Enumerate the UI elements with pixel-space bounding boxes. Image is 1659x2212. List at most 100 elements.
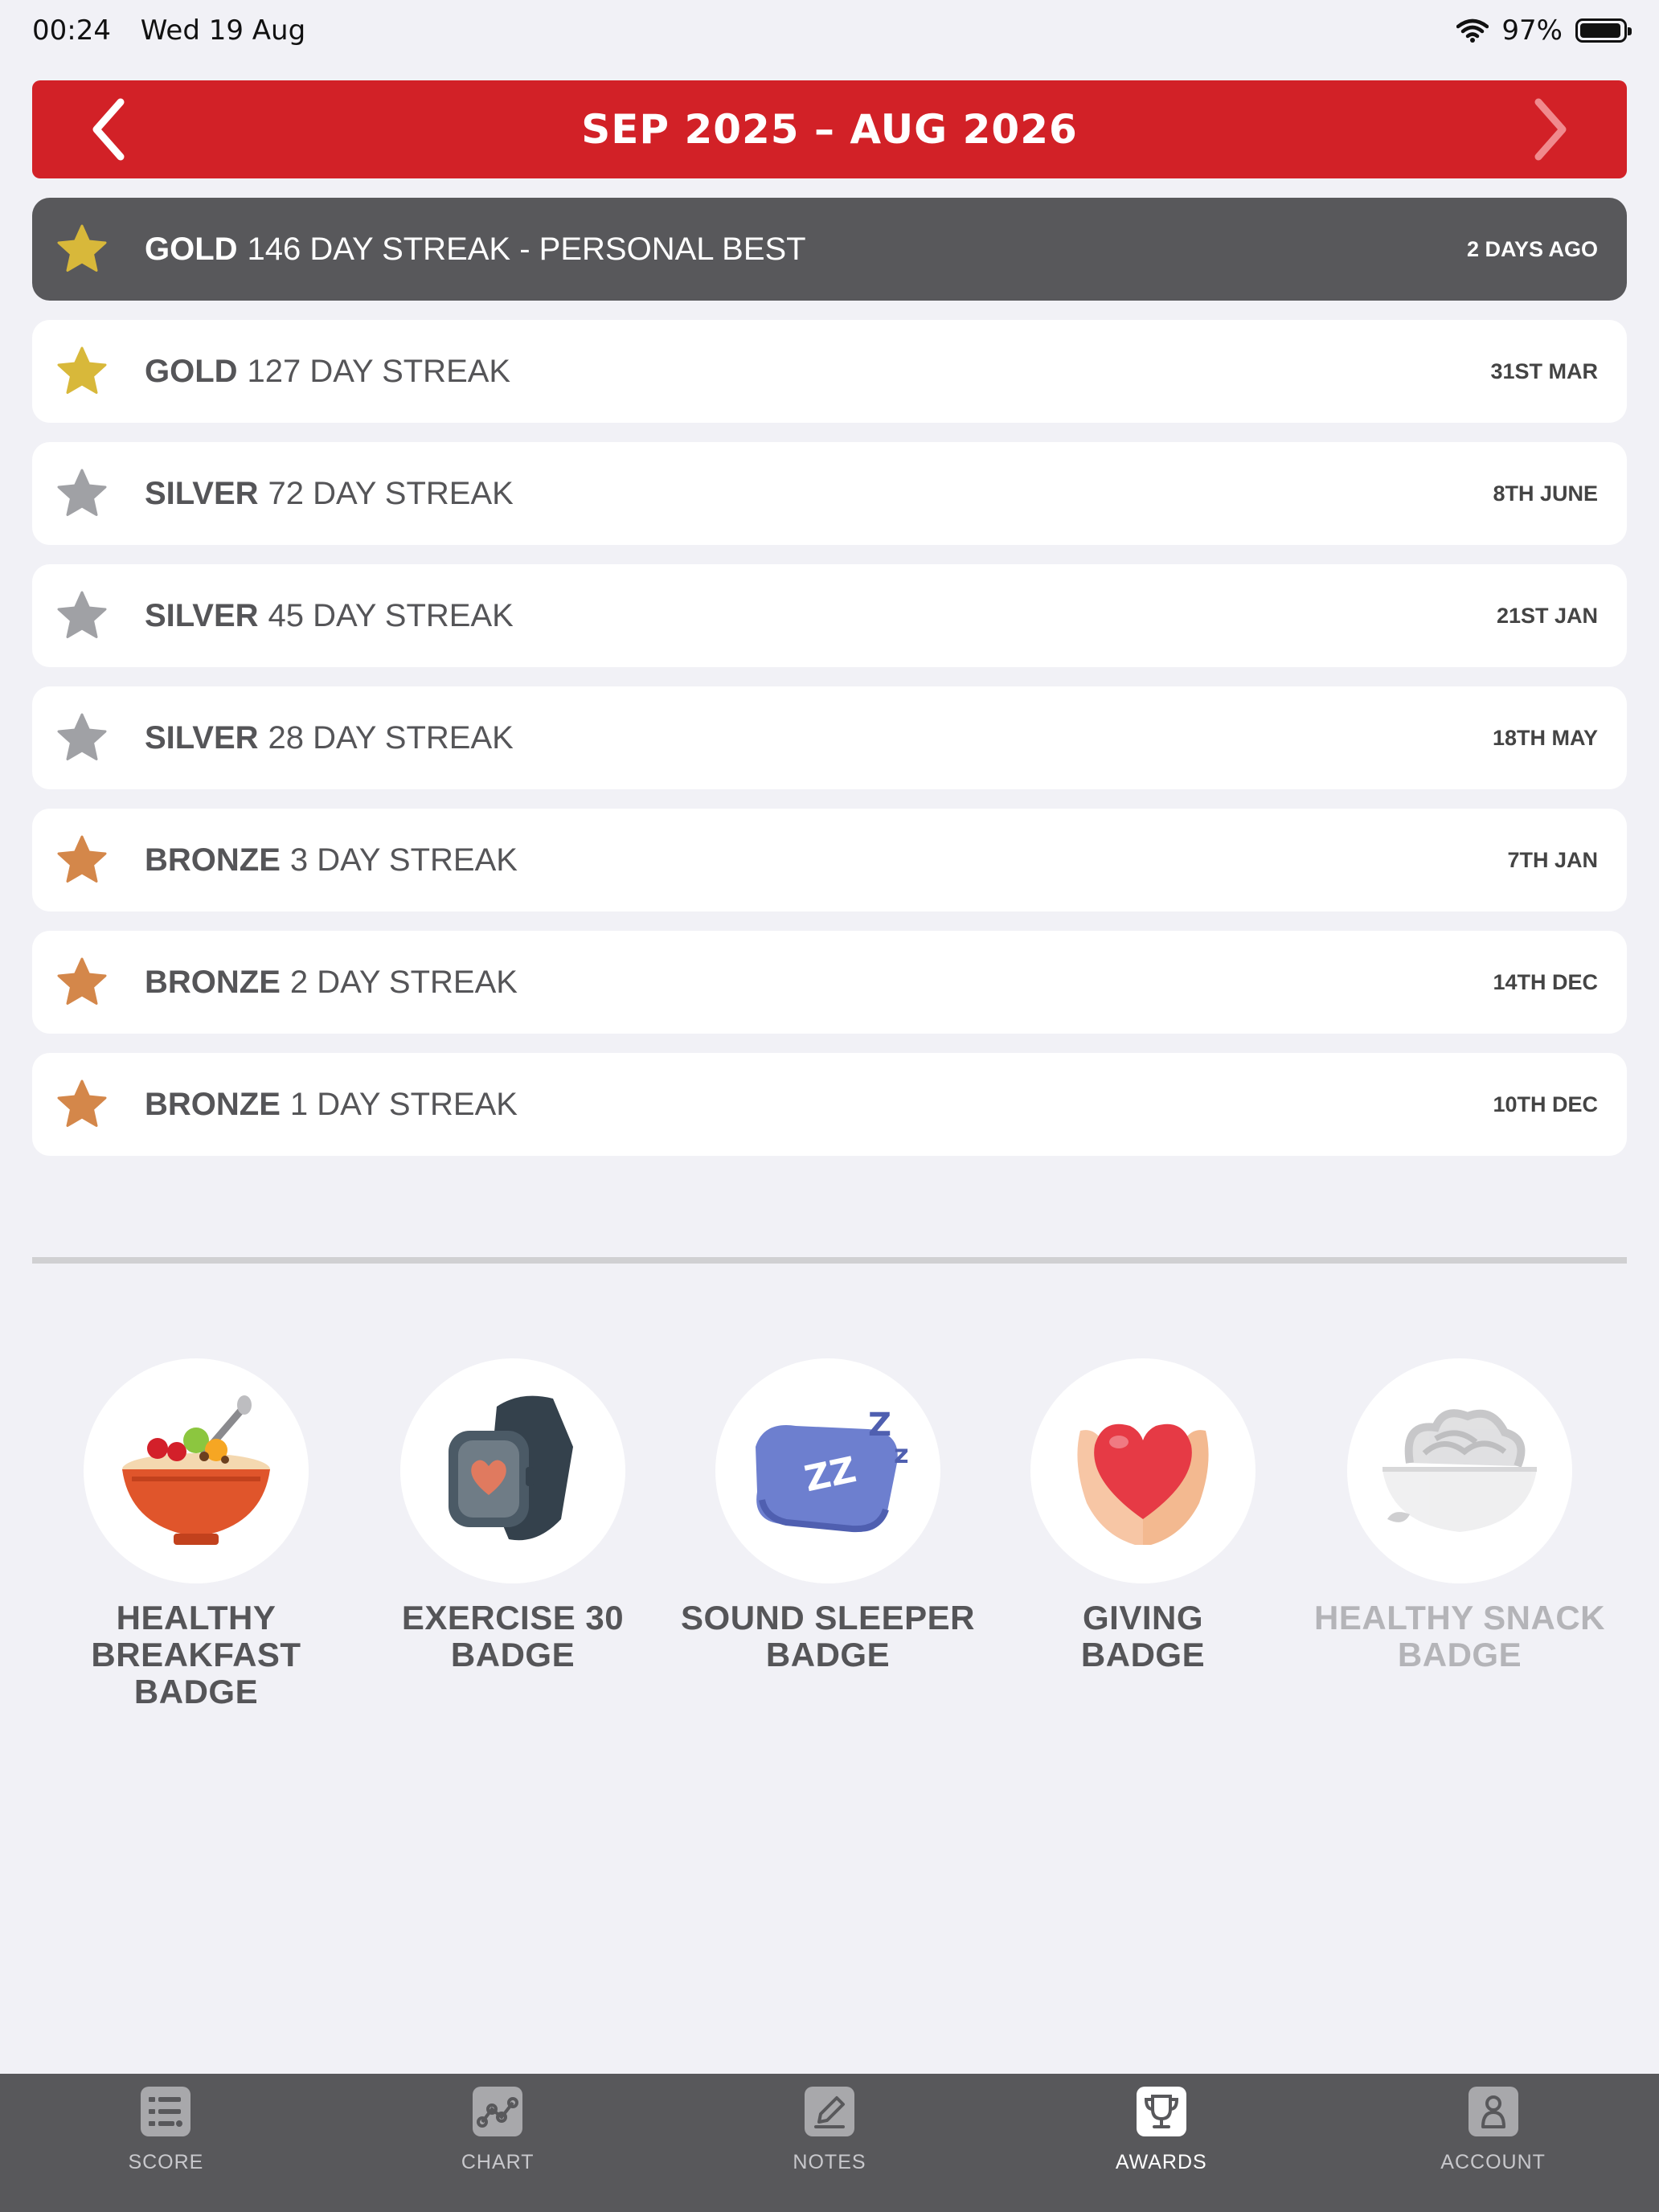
badge-circle xyxy=(1030,1358,1256,1583)
wifi-icon xyxy=(1456,18,1489,43)
star-icon xyxy=(57,835,107,883)
streak-description: 2 DAY STREAK xyxy=(289,964,518,1000)
streak-description: 127 DAY STREAK xyxy=(247,353,511,389)
streak-date: 8TH JUNE xyxy=(1493,481,1598,506)
tab-chart[interactable]: CHART xyxy=(332,2074,664,2212)
tab-awards[interactable]: AWARDS xyxy=(995,2074,1327,2212)
star-icon xyxy=(57,224,107,272)
chevron-right-icon xyxy=(1534,98,1567,161)
tab-bar: SCORE CHART NOTES AWARDS ACCOUNT xyxy=(0,2074,1659,2212)
pillow-icon: ZZZz xyxy=(756,1407,909,1533)
status-time-date: 00:24 Wed 19 Aug xyxy=(32,14,326,47)
tab-account[interactable]: ACCOUNT xyxy=(1327,2074,1659,2212)
status-bar: 00:24 Wed 19 Aug 97% xyxy=(0,0,1659,64)
noodle-bowl-icon xyxy=(1382,1409,1537,1532)
streak-row[interactable]: BRONZE 2 DAY STREAK 14TH DEC xyxy=(32,931,1627,1034)
streak-row[interactable]: GOLD 146 DAY STREAK - PERSONAL BEST 2 DAYS… xyxy=(32,198,1627,301)
streak-tier: BRONZE xyxy=(145,1086,281,1122)
tab-score[interactable]: SCORE xyxy=(0,2074,332,2212)
streak-date: 21ST JAN xyxy=(1496,603,1598,628)
streak-label: BRONZE 2 DAY STREAK xyxy=(145,931,518,1034)
streak-label: SILVER 28 DAY STREAK xyxy=(145,686,514,789)
badge-label: EXERCISE 30 BADGE xyxy=(344,1600,682,1673)
streak-label: SILVER 45 DAY STREAK xyxy=(145,564,514,667)
badge-label-line1: HEALTHY xyxy=(116,1599,276,1636)
streak-tier: SILVER xyxy=(145,597,259,633)
streak-tier: BRONZE xyxy=(145,842,281,878)
cereal-bowl-icon xyxy=(122,1395,270,1545)
star-icon xyxy=(57,957,107,1005)
badge-circle xyxy=(84,1358,309,1583)
chart-line-icon xyxy=(473,2087,523,2136)
streak-date: 2 DAYS AGO xyxy=(1466,236,1598,261)
badge-label-line2: BADGE xyxy=(1397,1636,1522,1673)
section-divider xyxy=(32,1257,1627,1264)
svg-text:z: z xyxy=(894,1439,909,1469)
svg-text:Z: Z xyxy=(868,1407,891,1444)
account-icon xyxy=(1468,2087,1518,2136)
badge-item[interactable]: GIVING BADGE xyxy=(974,1358,1312,1673)
tab-label: CHART xyxy=(461,2151,535,2173)
battery-percent: 97% xyxy=(1501,14,1563,47)
streak-description: 3 DAY STREAK xyxy=(289,842,518,878)
badge-label-line1: EXERCISE 30 xyxy=(401,1599,625,1636)
badge-label-line2: BADGE xyxy=(450,1636,576,1673)
trophy-icon xyxy=(1136,2087,1186,2136)
badge-grid: HEALTHY BREAKFAST BADGE EXERCISE 30 BADGE ZZ… xyxy=(32,1358,1628,1710)
streak-description: 146 DAY STREAK - PERSONAL BEST xyxy=(247,231,806,267)
badge-item[interactable]: EXERCISE 30 BADGE xyxy=(344,1358,682,1673)
pencil-icon xyxy=(804,2087,854,2136)
streak-tier: SILVER xyxy=(145,719,259,756)
status-indicators: 97% xyxy=(1456,14,1632,47)
streak-label: GOLD 146 DAY STREAK - PERSONAL BEST xyxy=(145,198,806,301)
streak-label: SILVER 72 DAY STREAK xyxy=(145,442,514,545)
streak-date: 7TH JAN xyxy=(1507,847,1598,872)
streak-date: 14TH DEC xyxy=(1493,969,1598,994)
badge-circle xyxy=(400,1358,625,1583)
streak-description: 1 DAY STREAK xyxy=(289,1086,518,1122)
period-title: SEP 2025 – AUG 2026 xyxy=(581,106,1078,153)
badge-label: GIVING BADGE xyxy=(974,1600,1312,1673)
badge-item[interactable]: ZZ Zz SOUND SLEEPER BADGE xyxy=(659,1358,997,1673)
heart-hands-icon xyxy=(1077,1423,1209,1545)
badge-label-line1: GIVING xyxy=(1082,1599,1204,1636)
streak-date: 10TH DEC xyxy=(1493,1092,1598,1116)
streak-date: 18TH MAY xyxy=(1492,725,1598,750)
star-icon xyxy=(57,1079,107,1127)
badge-circle xyxy=(1347,1358,1572,1583)
status-date: Wed 19 Aug xyxy=(140,14,306,47)
tab-label: NOTES xyxy=(793,2151,866,2173)
streak-row[interactable]: SILVER 28 DAY STREAK 18TH MAY xyxy=(32,686,1627,789)
streak-tier: SILVER xyxy=(145,475,259,511)
streak-row[interactable]: SILVER 72 DAY STREAK 8TH JUNE xyxy=(32,442,1627,545)
battery-icon xyxy=(1575,18,1632,43)
streak-description: 28 DAY STREAK xyxy=(268,719,514,756)
badge-label-line2: BADGE xyxy=(765,1636,891,1673)
tab-label: ACCOUNT xyxy=(1440,2151,1546,2173)
streak-row[interactable]: BRONZE 3 DAY STREAK 7TH JAN xyxy=(32,809,1627,911)
badge-label-line2: BREAKFAST BADGE xyxy=(91,1636,301,1710)
badge-label-line1: HEALTHY SNACK xyxy=(1314,1599,1605,1636)
star-icon xyxy=(57,713,107,760)
streak-row[interactable]: BRONZE 1 DAY STREAK 10TH DEC xyxy=(32,1053,1627,1156)
streak-list: GOLD 146 DAY STREAK - PERSONAL BEST 2 DAYS… xyxy=(32,198,1627,1175)
tab-label: SCORE xyxy=(128,2151,204,2173)
streak-tier: GOLD xyxy=(145,231,238,267)
status-time: 00:24 xyxy=(32,14,111,47)
badge-label: HEALTHY SNACK BADGE xyxy=(1291,1600,1628,1673)
streak-row[interactable]: SILVER 45 DAY STREAK 21ST JAN xyxy=(32,564,1627,667)
star-icon xyxy=(57,469,107,516)
next-period-button[interactable] xyxy=(1498,80,1603,178)
badge-item[interactable]: HEALTHY BREAKFAST BADGE xyxy=(27,1358,365,1710)
tab-notes[interactable]: NOTES xyxy=(664,2074,996,2212)
score-list-icon xyxy=(141,2087,191,2136)
badge-item[interactable]: HEALTHY SNACK BADGE xyxy=(1291,1358,1628,1673)
badge-label-line1: SOUND SLEEPER xyxy=(681,1599,975,1636)
badge-label: SOUND SLEEPER BADGE xyxy=(659,1600,997,1673)
streak-label: BRONZE 1 DAY STREAK xyxy=(145,1053,518,1156)
tab-label: AWARDS xyxy=(1115,2151,1207,2173)
streak-tier: BRONZE xyxy=(145,964,281,1000)
streak-description: 45 DAY STREAK xyxy=(268,597,514,633)
streak-row[interactable]: GOLD 127 DAY STREAK 31ST MAR xyxy=(32,320,1627,423)
streak-description: 72 DAY STREAK xyxy=(268,475,514,511)
